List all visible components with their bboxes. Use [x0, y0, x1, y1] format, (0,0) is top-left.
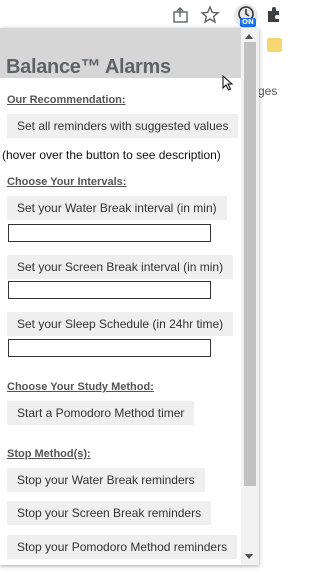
share-icon[interactable] — [171, 5, 191, 25]
popup-header: Balance™ Alarms — [0, 28, 241, 78]
stop-water-break-button[interactable]: Stop your Water Break reminders — [7, 468, 205, 492]
hover-hint: (hover over the button to see descriptio… — [2, 148, 221, 162]
browser-toolbar: ON — [0, 0, 282, 30]
mouse-cursor-icon — [222, 75, 234, 91]
stop-screen-break-button[interactable]: Stop your Screen Break reminders — [7, 501, 212, 525]
sleep-schedule-input[interactable] — [8, 339, 211, 357]
water-break-interval-button[interactable]: Set your Water Break interval (in min) — [7, 196, 227, 220]
scrollbar[interactable] — [241, 28, 259, 565]
background-page-text: ges — [258, 84, 278, 98]
extension-popup: Balance™ Alarms Our Recommendation: Set … — [0, 28, 259, 565]
stop-pomodoro-button[interactable]: Stop your Pomodoro Method reminders — [7, 535, 238, 559]
extension-badge: ON — [240, 18, 256, 27]
background-bookmark-icon — [267, 38, 282, 52]
puzzle-icon[interactable] — [264, 5, 284, 25]
scrollbar-thumb[interactable] — [244, 42, 256, 486]
screen-break-interval-button[interactable]: Set your Screen Break interval (in min) — [7, 255, 234, 279]
stop-methods-heading: Stop Method(s): — [7, 448, 91, 460]
water-break-interval-input[interactable] — [8, 224, 211, 242]
page-title: Balance™ Alarms — [6, 56, 171, 78]
study-method-heading: Choose Your Study Method: — [7, 381, 154, 393]
recommendation-heading: Our Recommendation: — [7, 94, 126, 106]
scroll-down-arrow-icon[interactable] — [245, 554, 253, 559]
intervals-heading: Choose Your Intervals: — [7, 176, 127, 188]
scroll-up-arrow-icon[interactable] — [245, 34, 253, 39]
screen-break-interval-input[interactable] — [8, 281, 211, 299]
star-icon[interactable] — [200, 5, 220, 25]
set-all-reminders-button[interactable]: Set all reminders with suggested values — [7, 114, 239, 138]
sleep-schedule-button[interactable]: Set your Sleep Schedule (in 24hr time) — [7, 312, 234, 336]
start-pomodoro-button[interactable]: Start a Pomodoro Method timer — [7, 401, 195, 425]
